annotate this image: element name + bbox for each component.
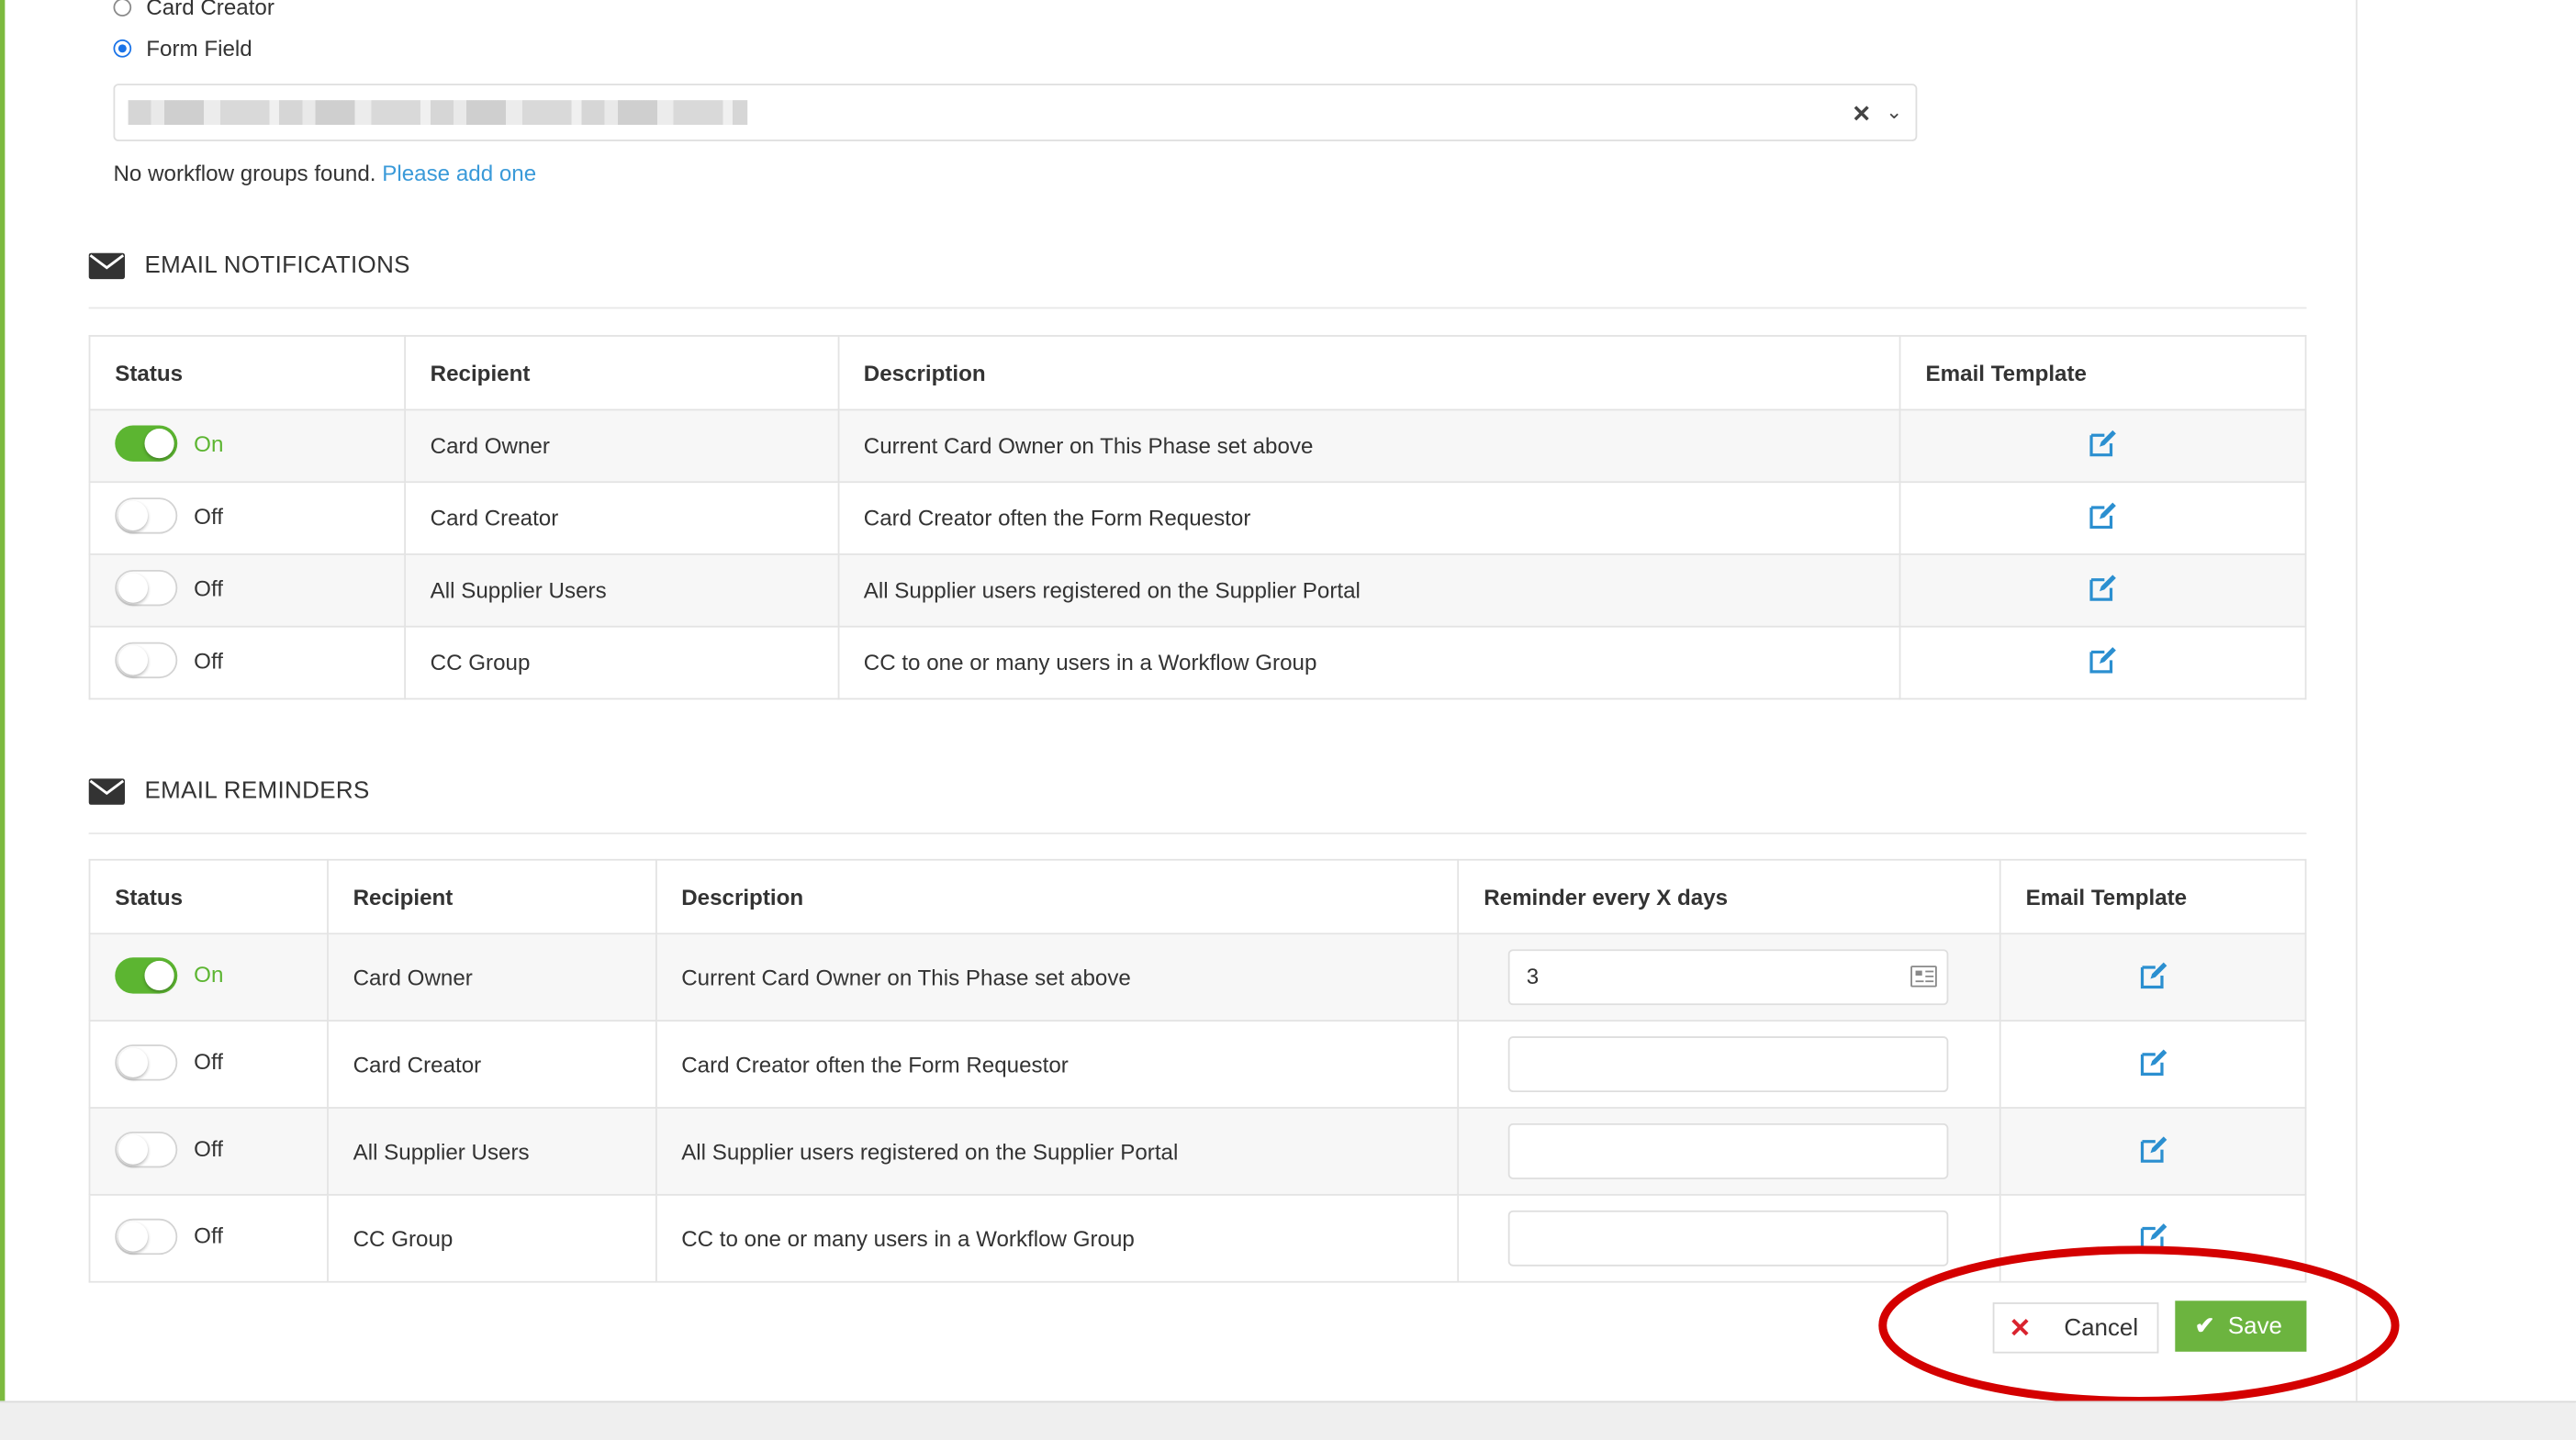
- description-cell: All Supplier users registered on the Sup…: [655, 1107, 1460, 1196]
- status-label: Off: [194, 647, 223, 673]
- contact-card-icon: [1910, 966, 1938, 988]
- description-cell: Card Creator often the Form Requestor: [837, 481, 1901, 555]
- status-toggle[interactable]: Off: [115, 497, 223, 534]
- save-label: Save: [2227, 1312, 2283, 1340]
- email-notifications-table: Status Recipient Description Email Templ…: [88, 335, 2307, 700]
- reminder-days-input[interactable]: [1508, 1210, 1949, 1267]
- radio-label: Card Creator: [146, 0, 274, 20]
- radio-button[interactable]: [113, 0, 132, 17]
- column-header: Description: [837, 335, 1901, 411]
- redacted-selection: [128, 100, 748, 126]
- description-cell: Current Card Owner on This Phase set abo…: [655, 932, 1460, 1022]
- column-header: Recipient: [326, 858, 657, 935]
- edit-icon[interactable]: [2138, 960, 2167, 989]
- email-reminders-table: Status Recipient Description Reminder ev…: [88, 858, 2307, 1283]
- section-title: EMAIL NOTIFICATIONS: [144, 252, 410, 280]
- chevron-down-icon[interactable]: ⌄: [1886, 100, 1902, 123]
- column-header: Reminder every X days: [1457, 858, 2001, 935]
- checkmark-icon: ✔: [2194, 1312, 2215, 1340]
- description-cell: All Supplier users registered on the Sup…: [837, 553, 1901, 628]
- radio-label: Form Field: [146, 36, 252, 61]
- table-row: On Card Owner Current Card Owner on This…: [88, 932, 2307, 1022]
- description-cell: Card Creator often the Form Requestor: [655, 1020, 1460, 1109]
- column-header: Description: [655, 858, 1460, 935]
- reminder-days-value: 3: [1526, 964, 1540, 989]
- recipient-cell: Card Owner: [404, 408, 839, 484]
- status-label: Off: [194, 1136, 223, 1162]
- left-accent-bar: [0, 0, 6, 1401]
- page-footer-bar: [0, 1401, 2576, 1440]
- no-groups-text: No workflow groups found.: [113, 161, 376, 186]
- add-workflow-group-link[interactable]: Please add one: [382, 161, 536, 185]
- close-icon: ✕: [2009, 1314, 2032, 1343]
- edit-icon[interactable]: [2089, 429, 2118, 458]
- edit-icon[interactable]: [2138, 1221, 2167, 1250]
- table-row: Off Card Creator Card Creator often the …: [88, 1020, 2307, 1109]
- column-header: Status: [88, 335, 406, 411]
- reminder-days-input[interactable]: 3: [1508, 949, 1949, 1006]
- table-row: Off CC Group CC to one or many users in …: [88, 1193, 2307, 1283]
- edit-icon[interactable]: [2089, 501, 2118, 530]
- recipient-cell: CC Group: [326, 1193, 657, 1283]
- status-toggle[interactable]: On: [115, 425, 224, 462]
- radio-button-selected[interactable]: [113, 39, 132, 58]
- email-reminders-header: EMAIL REMINDERS: [88, 778, 370, 805]
- description-cell: CC to one or many users in a Workflow Gr…: [837, 625, 1901, 700]
- form-field-select[interactable]: ✕ ⌄: [113, 84, 1918, 141]
- reminder-days-input[interactable]: [1508, 1123, 1949, 1179]
- radio-card-creator[interactable]: Card Creator: [113, 0, 274, 19]
- status-label: Off: [194, 503, 223, 529]
- column-header: Status: [88, 858, 329, 935]
- edit-icon[interactable]: [2089, 645, 2118, 675]
- cancel-button[interactable]: ✕ Cancel: [1992, 1302, 2159, 1354]
- save-button[interactable]: ✔ Save: [2175, 1300, 2307, 1352]
- page: Card Creator Form Field ✕ ⌄ No workflow …: [0, 0, 2576, 1440]
- recipient-cell: All Supplier Users: [404, 553, 839, 628]
- status-label: On: [194, 430, 224, 456]
- status-toggle[interactable]: Off: [115, 1217, 223, 1255]
- radio-form-field[interactable]: Form Field: [113, 36, 252, 61]
- status-toggle[interactable]: Off: [115, 569, 223, 607]
- no-workflow-groups-message: No workflow groups found. Please add one: [113, 161, 536, 185]
- recipient-cell: Card Owner: [326, 932, 657, 1022]
- edit-icon[interactable]: [2138, 1047, 2167, 1077]
- reminder-days-input[interactable]: [1508, 1036, 1949, 1093]
- status-label: Off: [194, 1223, 223, 1249]
- envelope-icon: [88, 252, 126, 280]
- recipient-cell: All Supplier Users: [326, 1107, 657, 1196]
- status-toggle[interactable]: Off: [115, 1044, 223, 1080]
- section-title: EMAIL REMINDERS: [144, 778, 370, 805]
- status-toggle[interactable]: Off: [115, 1131, 223, 1167]
- edit-icon[interactable]: [2138, 1134, 2167, 1164]
- envelope-icon: [88, 778, 126, 805]
- panel-right-border: [2356, 0, 2358, 1401]
- status-toggle[interactable]: On: [115, 956, 224, 993]
- recipient-cell: Card Creator: [326, 1020, 657, 1109]
- table-row: Off Card Creator Card Creator often the …: [88, 481, 2307, 555]
- table-row: On Card Owner Current Card Owner on This…: [88, 408, 2307, 484]
- recipient-cell: CC Group: [404, 625, 839, 700]
- divider: [88, 832, 2307, 835]
- status-label: Off: [194, 575, 223, 601]
- description-cell: Current Card Owner on This Phase set abo…: [837, 408, 1901, 484]
- status-toggle[interactable]: Off: [115, 642, 223, 679]
- column-header: Recipient: [404, 335, 839, 411]
- table-row: Off CC Group CC to one or many users in …: [88, 625, 2307, 700]
- recipient-cell: Card Creator: [404, 481, 839, 555]
- email-notifications-header: EMAIL NOTIFICATIONS: [88, 252, 410, 280]
- table-row: Off All Supplier Users All Supplier user…: [88, 1107, 2307, 1196]
- edit-icon[interactable]: [2089, 574, 2118, 603]
- column-header: Email Template: [1999, 858, 2307, 935]
- table-row: Off All Supplier Users All Supplier user…: [88, 553, 2307, 628]
- status-label: On: [194, 962, 224, 988]
- description-cell: CC to one or many users in a Workflow Gr…: [655, 1193, 1460, 1283]
- cancel-label: Cancel: [2064, 1314, 2139, 1342]
- status-label: Off: [194, 1049, 223, 1075]
- divider: [88, 307, 2307, 309]
- column-header: Email Template: [1898, 335, 2307, 411]
- close-icon[interactable]: ✕: [1852, 100, 1871, 128]
